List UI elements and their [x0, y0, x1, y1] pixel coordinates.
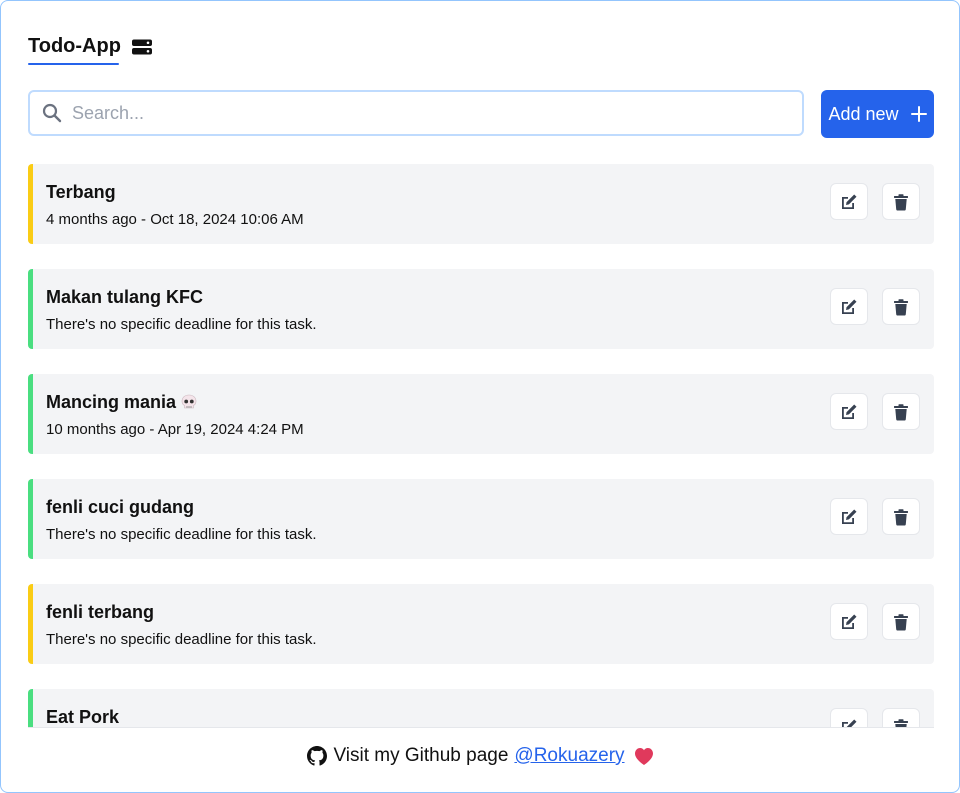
todo-title: Terbang [46, 182, 116, 202]
todo-actions [830, 498, 920, 535]
trash-icon [894, 613, 908, 630]
edit-icon [842, 719, 857, 727]
edit-icon [842, 299, 857, 314]
trash-icon [894, 298, 908, 315]
todo-deadline: There's no specific deadline for this ta… [46, 526, 317, 543]
todo-actions [830, 708, 920, 727]
todo-list: Terbang 4 months ago - Oct 18, 2024 10:0… [28, 164, 934, 727]
edit-icon [842, 614, 857, 629]
todo-item[interactable]: Terbang 4 months ago - Oct 18, 2024 10:0… [28, 164, 934, 244]
skull-icon [181, 394, 197, 409]
todo-deadline: 4 months ago - Oct 18, 2024 10:06 AM [46, 211, 304, 228]
app-window: Todo-App Add new Terbang 4 months ago - … [0, 0, 960, 793]
edit-button[interactable] [830, 708, 868, 727]
search-icon [42, 103, 62, 123]
delete-button[interactable] [882, 393, 920, 430]
todo-title: Eat Pork [46, 707, 120, 727]
edit-button[interactable] [830, 288, 868, 325]
add-new-label: Add new [828, 103, 899, 124]
trash-icon [894, 403, 908, 420]
edit-button[interactable] [830, 603, 868, 640]
todo-actions [830, 183, 920, 220]
edit-button[interactable] [830, 498, 868, 535]
delete-button[interactable] [882, 288, 920, 325]
delete-button[interactable] [882, 498, 920, 535]
todo-item[interactable]: Eat Pork [28, 689, 934, 727]
todo-item[interactable]: Mancing mania 10 months ago - Apr 19, 20… [28, 374, 934, 454]
edit-icon [842, 194, 857, 209]
todo-title: fenli terbang [46, 602, 155, 622]
footer-text: Visit my Github page [333, 745, 509, 766]
trash-icon [894, 193, 908, 210]
todo-item[interactable]: fenli cuci gudang There's no specific de… [28, 479, 934, 559]
edit-icon [842, 509, 857, 524]
delete-button[interactable] [882, 603, 920, 640]
delete-button[interactable] [882, 708, 920, 727]
delete-button[interactable] [882, 183, 920, 220]
title-tab: Todo-App [28, 34, 121, 65]
header: Todo-App [28, 34, 153, 65]
server-stack-icon [131, 39, 152, 54]
todo-title: fenli cuci gudang [46, 497, 195, 517]
todo-deadline: 10 months ago - Apr 19, 2024 4:24 PM [46, 421, 304, 438]
todo-item[interactable]: fenli terbang There's no specific deadli… [28, 584, 934, 664]
footer: Visit my Github page @Rokuazery [28, 727, 934, 784]
github-icon [307, 746, 328, 766]
title-underline [28, 63, 119, 65]
edit-button[interactable] [830, 393, 868, 430]
todo-actions [830, 603, 920, 640]
heart-icon [634, 748, 653, 765]
todo-actions [830, 393, 920, 430]
edit-button[interactable] [830, 183, 868, 220]
todo-deadline: There's no specific deadline for this ta… [46, 316, 317, 333]
plus-icon [910, 106, 927, 122]
trash-icon [894, 508, 908, 525]
page-title: Todo-App [28, 35, 121, 57]
trash-icon [894, 718, 908, 727]
search-input[interactable] [70, 101, 764, 125]
todo-title: Makan tulang KFC [46, 287, 204, 307]
todo-title-text: Mancing mania [46, 392, 177, 412]
todo-item[interactable]: Makan tulang KFC There's no specific dea… [28, 269, 934, 349]
search-bar [28, 90, 804, 136]
todo-deadline: There's no specific deadline for this ta… [46, 631, 317, 648]
todo-title: Mancing mania [46, 392, 198, 413]
add-new-button[interactable]: Add new [821, 90, 934, 138]
todo-actions [830, 288, 920, 325]
github-profile-link[interactable]: @Rokuazery [514, 745, 624, 767]
edit-icon [842, 404, 857, 419]
